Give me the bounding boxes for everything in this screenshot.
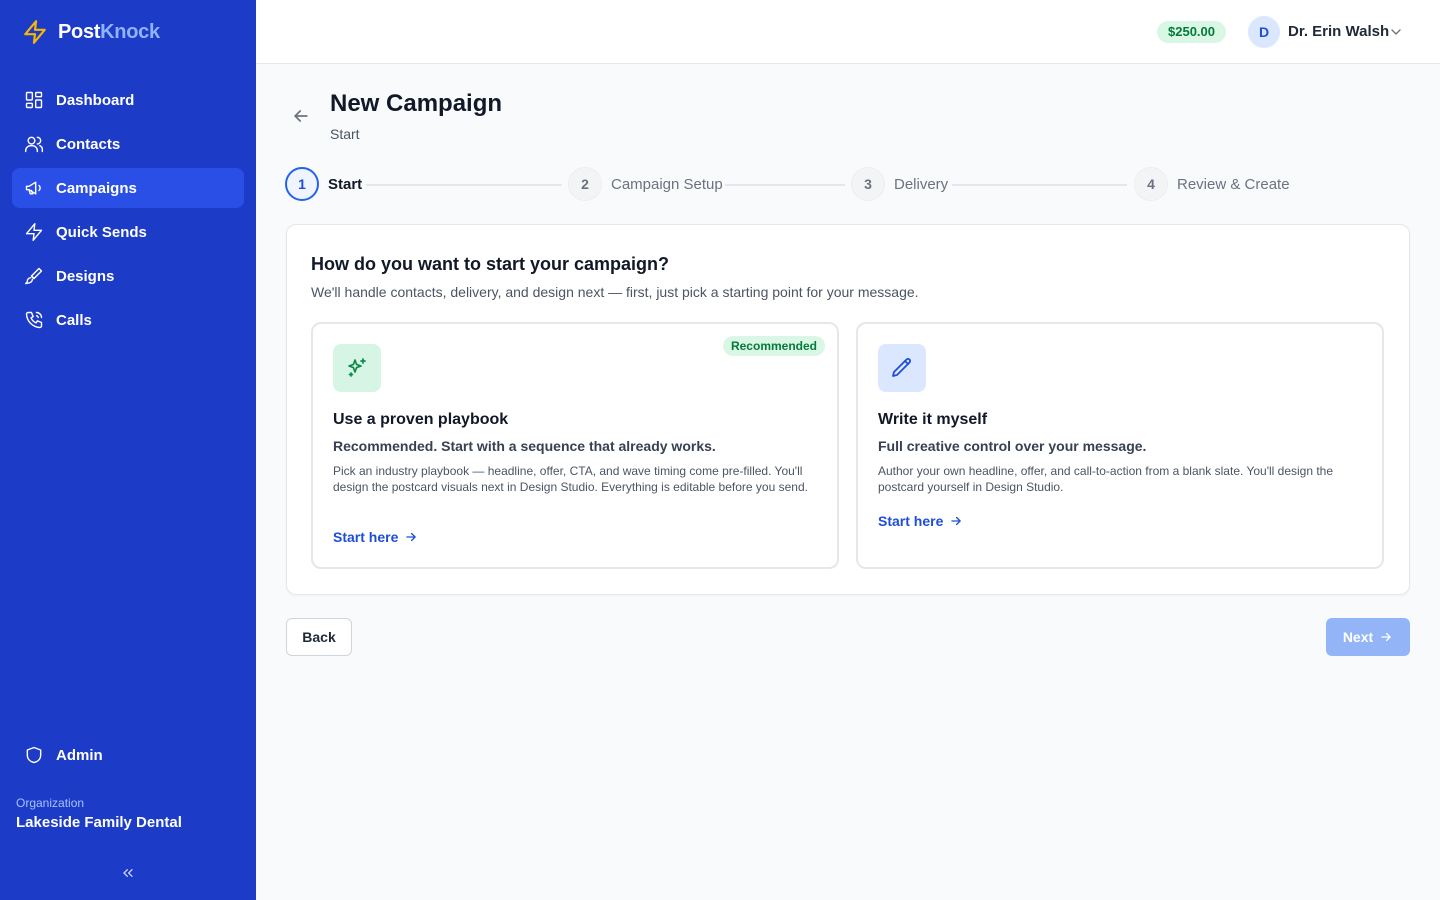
stepper-connector [366,184,562,186]
page-subtitle: Start [330,126,360,142]
sidebar-item-dashboard[interactable]: Dashboard [12,80,244,120]
megaphone-icon [25,181,41,195]
step-label: Review & Create [1177,175,1290,193]
sidebar-item-admin[interactable]: Admin [12,735,244,775]
step-label: Start [328,175,363,193]
option-title: Use a proven playbook [333,411,509,428]
collapse-sidebar-button[interactable] [118,862,138,884]
sidebar-item-calls[interactable]: Calls [12,300,244,340]
option-subtitle: Full creative control over your message. [878,438,1147,454]
option-body: Author your own headline, offer, and cal… [878,464,1334,494]
chevrons-left-icon [123,869,133,877]
option-proven-playbook[interactable]: Recommended Use a proven playbook Recomm… [311,322,839,569]
brand-name: PostKnock [58,21,160,44]
sidebar-item-designs[interactable]: Designs [12,256,244,296]
sidebar-item-label: Designs [56,267,115,285]
option-write-myself[interactable]: Write it myself Full creative control ov… [856,322,1384,569]
step-number: 3 [851,167,885,201]
users-icon [24,136,44,153]
step-delivery[interactable]: 3 Delivery [851,167,948,201]
user-name[interactable]: Dr. Erin Walsh [1288,23,1389,40]
top-bar: $250.00 D Dr. Erin Walsh [256,0,1440,64]
option-icon-box [333,344,381,392]
back-button[interactable]: Back [286,618,352,656]
brand-logo[interactable]: PostKnock [22,18,160,46]
sidebar-item-contacts[interactable]: Contacts [12,124,244,164]
recommended-badge: Recommended [722,336,825,356]
sidebar: PostKnock Dashboard Contacts Campaigns Q… [0,0,256,900]
grid-icon [25,91,43,109]
sidebar-item-quick-sends[interactable]: Quick Sends [12,212,244,252]
start-here-link[interactable]: Start here [333,529,418,545]
step-campaign-setup[interactable]: 2 Campaign Setup [568,167,723,201]
step-number: 1 [285,167,319,201]
balance-badge[interactable]: $250.00 [1157,21,1226,43]
option-subtitle: Recommended. Start with a sequence that … [333,438,716,454]
sidebar-item-campaigns[interactable]: Campaigns [12,168,244,208]
option-title: Write it myself [878,411,988,428]
start-campaign-card: How do you want to start your campaign? … [286,224,1410,595]
page-title: New Campaign [330,90,503,117]
brand-name-part2: Knock [100,20,160,43]
sidebar-item-label: Admin [56,746,103,764]
lightning-logo-icon [24,20,46,44]
option-body: Pick an industry playbook — headline, of… [333,464,808,494]
start-here-label: Start here [878,513,944,529]
step-review-create[interactable]: 4 Review & Create [1134,167,1290,201]
sidebar-item-label: Quick Sends [56,223,147,241]
brand-name-part1: Post [58,20,101,43]
next-button[interactable]: Next [1326,618,1410,656]
organization-info: Organization Lakeside Family Dental [16,796,182,831]
stepper-connector [725,184,845,186]
arrow-right-icon [1381,632,1391,642]
admin-section: Admin [12,735,244,779]
step-number: 4 [1134,167,1168,201]
lightning-icon [25,222,43,242]
avatar[interactable]: D [1248,16,1280,48]
sidebar-item-label: Contacts [56,135,121,153]
chevron-down-icon[interactable] [1388,24,1404,40]
arrow-right-icon [951,516,962,526]
step-label: Campaign Setup [611,175,723,193]
shield-icon [26,746,42,764]
stepper-connector [952,184,1127,186]
start-here-link[interactable]: Start here [878,513,963,529]
phone-icon [25,311,43,329]
organization-label: Organization [16,796,85,810]
next-label: Next [1342,629,1374,645]
step-number: 2 [568,167,602,201]
back-arrow-icon[interactable] [291,106,311,126]
step-start[interactable]: 1 Start [285,167,362,201]
arrow-right-icon [406,532,417,542]
card-title: How do you want to start your campaign? [311,254,670,274]
sparkles-icon [348,358,366,377]
card-description: We'll handle contacts, delivery, and des… [311,284,919,300]
step-label: Delivery [894,175,949,193]
start-here-label: Start here [333,529,399,545]
paintbrush-icon [24,267,43,285]
organization-name: Lakeside Family Dental [16,814,182,831]
sidebar-item-label: Campaigns [56,179,137,197]
pencil-icon [892,358,911,377]
sidebar-item-label: Dashboard [56,91,135,109]
option-icon-box [878,344,926,392]
sidebar-nav: Dashboard Contacts Campaigns Quick Sends… [12,80,244,344]
sidebar-item-label: Calls [56,311,92,329]
